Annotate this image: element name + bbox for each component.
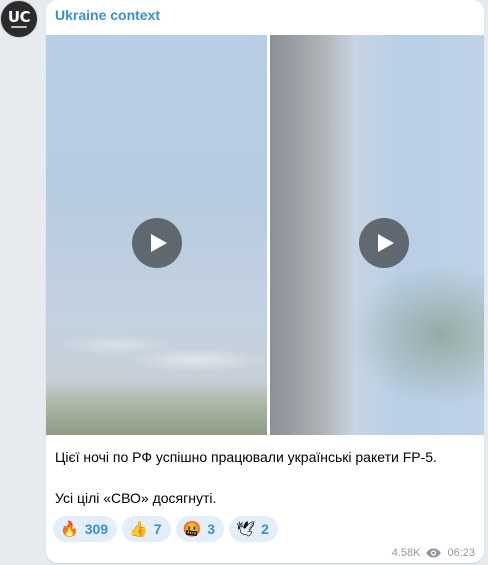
- message-meta: 4.58K 06:23: [392, 547, 475, 559]
- dove-emoji-icon: 🕊: [236, 520, 256, 538]
- avatar-logo-underline: [11, 26, 27, 28]
- play-button-1[interactable]: [132, 218, 182, 268]
- play-icon: [150, 234, 167, 252]
- avatar-logo-text: UC: [7, 8, 31, 26]
- reaction-fire[interactable]: 🔥 309: [53, 516, 118, 542]
- reaction-dove[interactable]: 🕊 2: [229, 516, 278, 542]
- view-count: 4.58K: [391, 547, 421, 559]
- message-time: 06:23: [447, 547, 475, 559]
- message-bubble: Ukraine context Цієї ночі по РФ успішно …: [46, 0, 484, 563]
- message-line-2: Усі цілі «СВО» досягнуті.: [55, 490, 217, 506]
- reaction-count: 3: [207, 521, 216, 537]
- channel-name[interactable]: Ukraine context: [55, 7, 160, 23]
- reaction-thumbs-up[interactable]: 👍 7: [122, 516, 171, 542]
- reaction-count: 7: [153, 521, 162, 537]
- play-button-2[interactable]: [359, 218, 409, 268]
- media-grid: [46, 35, 484, 435]
- message-text: Цієї ночі по РФ успішно працювали україн…: [55, 447, 475, 508]
- reactions-bar: 🔥 309 👍 7 🤬 3 🕊 2: [53, 516, 278, 542]
- thumbs-up-emoji-icon: 👍: [129, 520, 148, 538]
- reaction-count: 309: [84, 521, 109, 537]
- reaction-count: 2: [261, 521, 269, 537]
- channel-avatar[interactable]: UC: [0, 0, 38, 38]
- angry-face-emoji-icon: 🤬: [182, 520, 202, 538]
- message-line-1: Цієї ночі по РФ успішно працювали україн…: [55, 449, 437, 465]
- fire-emoji-icon: 🔥: [60, 520, 79, 538]
- reaction-angry[interactable]: 🤬 3: [175, 516, 225, 542]
- eye-icon: [426, 548, 442, 558]
- play-icon: [377, 234, 394, 252]
